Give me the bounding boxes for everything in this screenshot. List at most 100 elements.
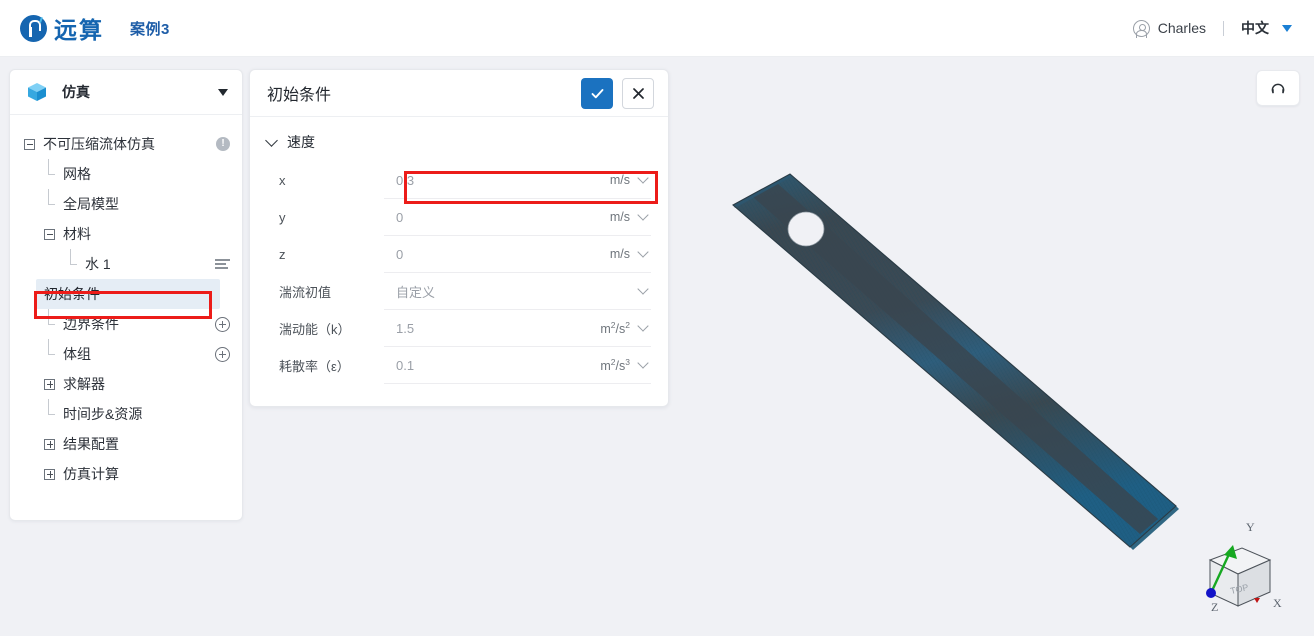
tree-branch-line [44, 308, 55, 330]
tree-branch-line [44, 398, 55, 420]
chevron-down-icon[interactable] [637, 357, 649, 369]
header-divider [1223, 20, 1224, 36]
panel-title: 初始条件 [267, 87, 332, 104]
tree-node[interactable]: 求解器 [10, 369, 242, 399]
tree-node[interactable]: 体组 [10, 338, 242, 369]
field-label: 耗散率（ε） [279, 359, 350, 374]
unit-select[interactable]: m2/s2 [573, 311, 651, 347]
y-axis-label: Y [1246, 520, 1255, 534]
case-title: 案例3 [130, 20, 170, 38]
user-name: Charles [1157, 20, 1206, 36]
simulation-tree-panel: 仿真 不可压缩流体仿真! 网格全局模型 材料水 1 初始条件边界条件体组求解器时间步&… [9, 69, 243, 521]
add-item-icon[interactable] [215, 316, 230, 332]
tree-node-label: 水 1 [85, 256, 111, 272]
chevron-down-icon[interactable] [637, 172, 649, 184]
brand-logo[interactable]: 远算 [20, 11, 104, 45]
add-item-icon[interactable] [215, 346, 230, 362]
field-value-input[interactable]: 0 [384, 200, 573, 236]
tree-node[interactable]: 网格 [10, 158, 242, 189]
tree-branch-line [44, 158, 55, 180]
field-list: x 0.3 m/s y 0 m/s z 0 m/s 湍流初值 自定义 湍动能（k） 1.5 m2/s2 耗散… [250, 162, 668, 384]
tree-node-label: 体组 [63, 346, 91, 362]
check-icon [591, 88, 603, 98]
z-axis-label: Z [1211, 600, 1218, 614]
unit-text: m/s [609, 247, 630, 261]
collapse-icon[interactable] [24, 138, 35, 150]
tree-node-label: 初始条件 [44, 286, 100, 302]
chevron-down-icon[interactable] [637, 209, 649, 221]
field-value-input[interactable]: 0.3 [384, 163, 573, 199]
tree-node[interactable]: 水 1 [10, 248, 242, 279]
close-icon [632, 87, 644, 99]
x-axis-marker [1254, 598, 1260, 603]
field-value-input[interactable]: 0 [384, 237, 573, 273]
tree-node-label: 不可压缩流体仿真 [43, 136, 155, 152]
3d-viewport[interactable]: TOP Y X Z [678, 57, 1314, 636]
field-value-input[interactable]: 0.1 [384, 348, 573, 384]
expand-icon[interactable] [44, 438, 55, 450]
confirm-button[interactable] [581, 77, 613, 109]
caret-down-icon[interactable] [218, 88, 228, 96]
chevron-down-icon[interactable] [637, 283, 649, 295]
panel-actions [581, 77, 654, 109]
tree-node[interactable]: 边界条件 [10, 308, 242, 339]
form-field-row: x 0.3 m/s [250, 162, 668, 199]
field-label: z [279, 247, 286, 262]
chevron-down-icon[interactable] [637, 320, 649, 332]
panel-header: 初始条件 [250, 70, 668, 117]
unit-text: m/s [609, 173, 630, 187]
field-label: 湍流初值 [279, 285, 332, 300]
form-field-row: z 0 m/s [250, 236, 668, 273]
velocity-section-header[interactable]: 速度 [250, 122, 668, 162]
unit-select[interactable]: m/s [573, 237, 651, 273]
tree-panel-title: 仿真 [62, 84, 90, 100]
collapse-icon[interactable] [44, 228, 55, 240]
tree-node-label: 仿真计算 [63, 466, 119, 482]
language-label[interactable]: 中文 [1241, 18, 1269, 38]
tree-node[interactable]: 结果配置 [10, 429, 242, 459]
expand-icon[interactable] [44, 378, 55, 390]
unit-select[interactable]: m2/s3 [573, 348, 651, 384]
caret-down-icon[interactable] [1282, 24, 1292, 32]
chevron-down-icon [265, 133, 278, 147]
tree-node-label: 求解器 [63, 376, 105, 392]
section-label: 速度 [287, 134, 315, 150]
tree-node-label: 结果配置 [63, 436, 119, 452]
x-axis-label: X [1273, 596, 1282, 610]
list-menu-icon[interactable] [215, 258, 230, 270]
tree-node[interactable]: 初始条件 [36, 279, 220, 309]
axis-orientation-widget[interactable]: TOP Y X Z [1180, 508, 1292, 626]
field-value-input[interactable]: 1.5 [384, 311, 573, 347]
user-menu[interactable]: Charles [1132, 19, 1206, 38]
logo-text: 远算 [54, 17, 104, 43]
tree-node[interactable]: 全局模型 [10, 188, 242, 219]
tree-node[interactable]: 时间步&资源 [10, 398, 242, 429]
unit-select[interactable]: m/s [573, 163, 651, 199]
tree-node[interactable]: 不可压缩流体仿真! [10, 129, 242, 159]
chevron-down-icon[interactable] [637, 246, 649, 258]
tree-panel-header[interactable]: 仿真 [10, 70, 242, 115]
form-field-row: 湍流初值 自定义 [250, 273, 668, 310]
yuansuan-logo-icon [20, 14, 47, 42]
tree-node-label: 网格 [63, 166, 91, 182]
close-button[interactable] [622, 77, 654, 109]
tree-node-label: 边界条件 [63, 316, 119, 332]
tree-node[interactable]: 仿真计算 [10, 459, 242, 489]
unit-text: m/s [609, 210, 630, 224]
info-badge-icon[interactable]: ! [216, 137, 230, 151]
cube-icon [26, 81, 48, 103]
z-axis-origin [1206, 588, 1216, 598]
initial-conditions-panel: 初始条件 速度 x 0.3 m/s y 0 m/s z 0 m/s 湍流初值 自定义 湍动能（k） 1.… [249, 69, 669, 407]
app-root: 远算 案例3 Charles 中文 仿真 不可压缩流体仿真 ! 网格 全局模型 … [0, 0, 1314, 636]
unit-select[interactable] [573, 274, 651, 310]
tree-node[interactable]: 材料 [10, 219, 242, 249]
form-field-row: 耗散率（ε） 0.1 m2/s3 [250, 347, 668, 384]
field-label: y [279, 210, 286, 225]
field-value-input[interactable]: 自定义 [384, 274, 573, 310]
tree-branch-line [66, 248, 77, 270]
expand-icon[interactable] [44, 468, 55, 480]
user-avatar-icon [1132, 19, 1150, 38]
field-label: x [279, 173, 286, 188]
unit-select[interactable]: m/s [573, 200, 651, 236]
tree-branch-line [44, 338, 55, 360]
